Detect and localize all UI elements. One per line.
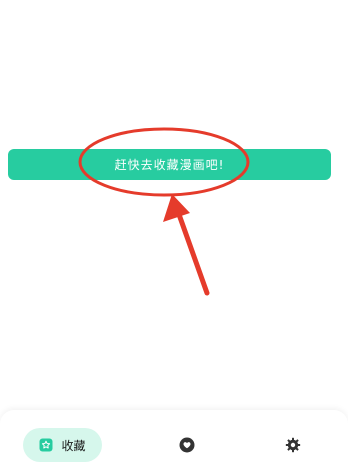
tab-favorites-label: 收藏 <box>61 438 86 453</box>
tab-favorites[interactable]: 收藏 <box>23 428 102 462</box>
heart-icon <box>179 437 195 453</box>
gear-icon <box>285 437 301 453</box>
bottom-navigation: 收藏 <box>0 410 348 476</box>
main-screen: 赶快去收藏漫画吧! 收藏 <box>0 0 348 476</box>
annotation-overlay <box>78 127 250 296</box>
collect-comics-button-label: 赶快去收藏漫画吧! <box>114 158 225 172</box>
collection-icon <box>39 438 53 452</box>
red-arrow-shaft <box>173 203 210 296</box>
collect-comics-button[interactable]: 赶快去收藏漫画吧! <box>8 149 331 180</box>
tab-likes[interactable] <box>177 435 197 455</box>
tab-settings[interactable] <box>283 435 303 455</box>
red-arrow-icon <box>163 194 190 222</box>
